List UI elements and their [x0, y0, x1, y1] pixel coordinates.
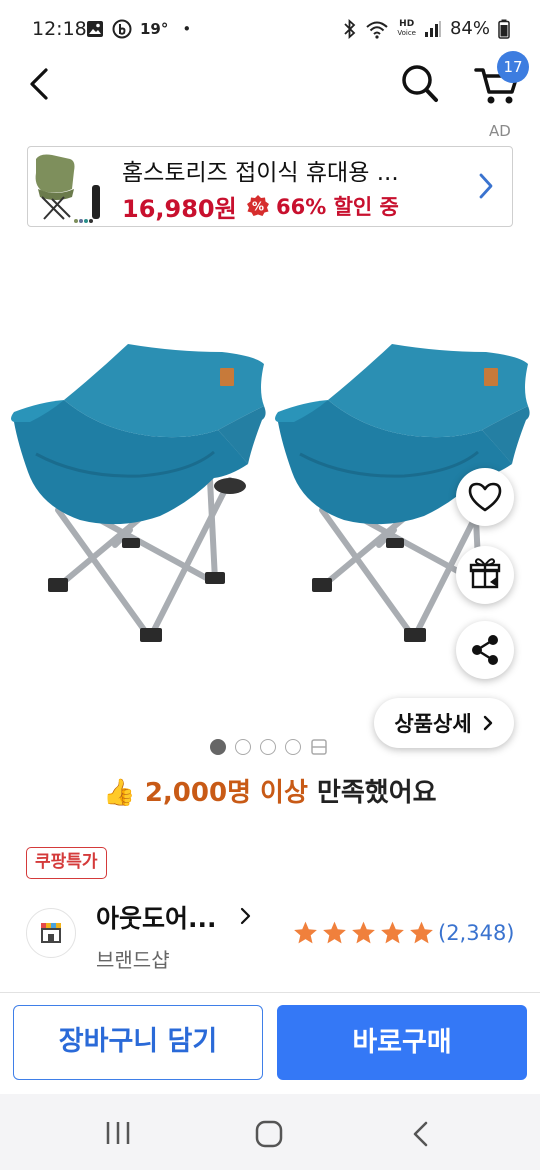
wishlist-button[interactable]	[456, 468, 514, 526]
share-button[interactable]	[456, 621, 514, 679]
store-icon	[41, 923, 61, 943]
chevron-right-icon	[483, 715, 492, 731]
satisfaction-text: 만족했어요	[316, 778, 437, 808]
bluetooth-icon	[344, 18, 356, 39]
brand-shop-label: 브랜드샵	[96, 948, 170, 972]
rating-stars[interactable]	[292, 920, 435, 946]
ad-discount: % 66% 할인 중	[246, 191, 399, 221]
coupang-deal-badge: 쿠팡특가	[26, 847, 107, 879]
product-detail-label: 상품상세	[394, 712, 472, 736]
video-thumbnail-icon[interactable]	[310, 738, 328, 756]
brand-logo[interactable]	[26, 908, 76, 958]
pagination-dot[interactable]	[260, 739, 276, 755]
add-to-cart-button[interactable]: 장바구니 담기	[13, 1005, 263, 1080]
back-button[interactable]	[22, 62, 62, 106]
thumbs-up-icon: 👍	[103, 778, 136, 808]
gallery-icon	[87, 21, 103, 37]
divider	[0, 992, 540, 993]
ad-banner[interactable]: 홈스토리즈 접이식 휴대용 ... 16,980원 % 66% 할인 중	[27, 146, 513, 227]
status-dot: •	[182, 20, 192, 38]
signal-icon	[424, 20, 441, 37]
battery-icon	[498, 19, 510, 39]
pagination-dot[interactable]	[235, 739, 251, 755]
gift-icon	[469, 558, 501, 589]
home-icon[interactable]	[255, 1120, 283, 1148]
ad-thumbnail	[30, 149, 110, 225]
pagination-dot[interactable]	[210, 739, 226, 755]
star-icon	[381, 921, 404, 944]
brand-chevron-icon[interactable]	[238, 905, 254, 927]
search-button[interactable]	[398, 60, 442, 106]
gift-button[interactable]	[456, 546, 514, 604]
cart-count-badge: 17	[497, 51, 529, 83]
search-icon	[402, 65, 438, 102]
status-time: 12:18	[32, 18, 87, 40]
image-pagination	[210, 738, 328, 756]
system-nav-bar	[0, 1094, 540, 1170]
battery-percent: 84%	[449, 18, 490, 39]
discount-badge-icon: %	[247, 195, 269, 216]
wifi-icon	[366, 21, 389, 39]
star-icon	[294, 921, 317, 944]
satisfaction-summary: 👍 2,000명 이상 만족했어요	[0, 772, 540, 809]
heart-icon	[468, 482, 502, 512]
share-icon	[472, 635, 498, 665]
star-icon	[323, 921, 346, 944]
rating-count[interactable]: (2,348)	[438, 921, 515, 945]
ad-discount-text: 66% 할인 중	[276, 195, 399, 219]
brand-name[interactable]: 아웃도어...	[96, 899, 217, 935]
status-temperature: 19°	[140, 20, 169, 38]
hd-voice-icon: HD Voice	[397, 18, 416, 37]
svg-text:%: %	[252, 200, 264, 214]
ad-title: 홈스토리즈 접이식 휴대용 ...	[122, 160, 399, 186]
app-b-icon	[112, 19, 132, 39]
ad-label: AD	[489, 122, 511, 140]
product-detail-button[interactable]: 상품상세	[374, 698, 514, 748]
system-back-icon[interactable]	[410, 1120, 432, 1148]
buy-now-button[interactable]: 바로구매	[277, 1005, 527, 1080]
recent-apps-icon[interactable]	[104, 1120, 132, 1146]
satisfaction-count: 2,000명 이상	[144, 778, 308, 808]
back-arrow-icon	[30, 68, 48, 100]
pagination-dot[interactable]	[285, 739, 301, 755]
status-bar: 12:18 19° • HD Voice 84%	[0, 0, 540, 62]
star-icon	[352, 921, 375, 944]
ad-chevron-icon	[476, 171, 496, 201]
star-icon	[410, 921, 433, 944]
ad-price: 16,980원	[122, 195, 237, 223]
